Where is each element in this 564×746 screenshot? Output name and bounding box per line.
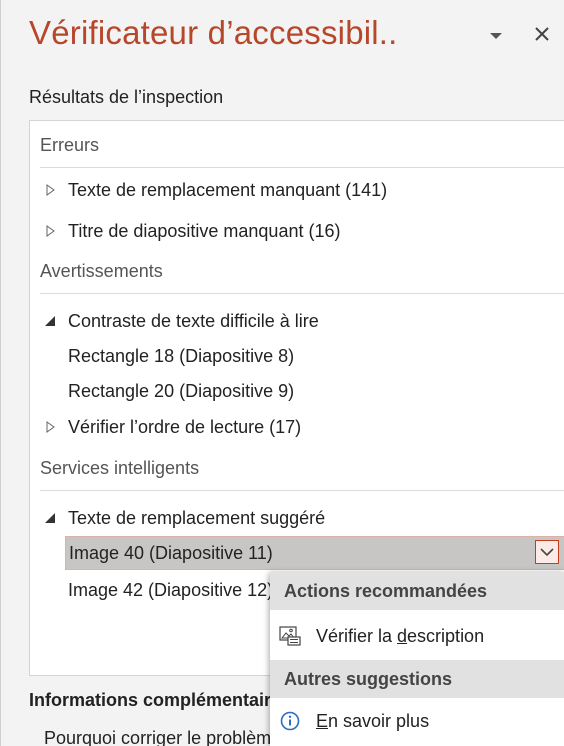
section-header-errors: Erreurs xyxy=(40,135,100,155)
menu-item-label: Vérifier la description xyxy=(316,625,485,646)
info-icon xyxy=(278,709,302,733)
tree-item-rectangle-20[interactable]: Rectangle 20 (Diapositive 9) xyxy=(30,374,564,408)
collapsed-triangle-icon[interactable] xyxy=(42,182,58,198)
menu-item-learn-more[interactable]: En savoir plus xyxy=(270,700,564,742)
image-description-icon xyxy=(278,624,302,648)
menu-header-other-suggestions: Autres suggestions xyxy=(270,660,564,698)
menu-item-label: En savoir plus xyxy=(316,710,430,731)
inspection-results-label: Résultats de l’inspection xyxy=(29,87,224,107)
section-header-intelligent-services: Services intelligents xyxy=(40,458,200,478)
menu-item-check-description[interactable]: Vérifier la description xyxy=(270,615,564,657)
expanded-triangle-icon[interactable] xyxy=(42,510,58,526)
tree-item-image-40[interactable]: Image 40 (Diapositive 11) xyxy=(65,536,564,570)
menu-header-recommended-actions: Actions recommandées xyxy=(270,572,564,610)
accessibility-checker-pane: Vérificateur d’accessibil.. Résultats de… xyxy=(0,0,564,746)
section-divider xyxy=(40,167,564,168)
additional-info-heading: Informations complémentaires xyxy=(29,690,292,710)
tree-item-label: Contraste de texte difficile à lire xyxy=(68,310,319,331)
pane-title: Vérificateur d’accessibil.. xyxy=(29,14,398,51)
tree-item-reading-order[interactable]: Vérifier l’ordre de lecture (17) xyxy=(30,410,564,444)
section-header-warnings: Avertissements xyxy=(40,261,163,281)
collapsed-triangle-icon[interactable] xyxy=(42,223,58,239)
item-actions-dropdown-button[interactable] xyxy=(535,540,559,564)
pane-options-button[interactable] xyxy=(484,24,508,48)
tree-item-rectangle-18[interactable]: Rectangle 18 (Diapositive 8) xyxy=(30,339,564,373)
collapsed-triangle-icon[interactable] xyxy=(42,419,58,435)
tree-item-label: Titre de diapositive manquant (16) xyxy=(68,220,341,241)
tree-item-missing-alt-text[interactable]: Texte de remplacement manquant (141) xyxy=(30,173,564,207)
tree-item-label: Vérifier l’ordre de lecture (17) xyxy=(68,416,302,437)
tree-item-label: Rectangle 20 (Diapositive 9) xyxy=(68,380,295,401)
tree-item-missing-slide-title[interactable]: Titre de diapositive manquant (16) xyxy=(30,214,564,248)
tree-item-hard-to-read-contrast[interactable]: Contraste de texte difficile à lire xyxy=(30,304,564,338)
tree-item-label: Texte de remplacement suggéré xyxy=(68,507,326,528)
tree-item-label: Rectangle 18 (Diapositive 8) xyxy=(68,345,295,366)
tree-item-label: Image 40 (Diapositive 11) xyxy=(69,542,273,563)
dropdown-arrow-icon xyxy=(490,33,502,39)
tree-item-suggested-alt-text[interactable]: Texte de remplacement suggéré xyxy=(30,501,564,535)
section-divider xyxy=(40,293,564,294)
item-context-menu: Actions recommandées Vérifier la descrip… xyxy=(270,572,564,746)
close-icon xyxy=(535,27,549,41)
tree-item-label: Image 42 (Diapositive 12) xyxy=(68,579,274,600)
pane-close-button[interactable] xyxy=(528,20,556,48)
pane-title-bar: Vérificateur d’accessibil.. xyxy=(1,0,564,70)
tree-item-label: Texte de remplacement manquant (141) xyxy=(68,179,388,200)
chevron-down-icon xyxy=(540,547,554,556)
section-divider xyxy=(40,490,564,491)
why-fix-link[interactable]: Pourquoi corriger le problème xyxy=(44,728,281,746)
expanded-triangle-icon[interactable] xyxy=(42,313,58,329)
